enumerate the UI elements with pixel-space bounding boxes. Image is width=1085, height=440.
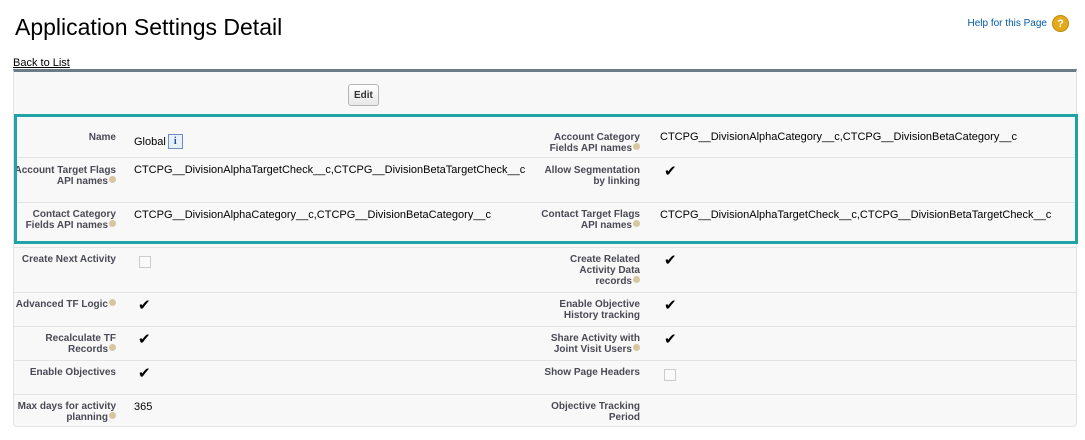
unchecked-box xyxy=(664,369,676,385)
field-label-enable-objective-history: Enable Objective History tracking xyxy=(559,299,640,321)
checked-icon: ✔ xyxy=(664,331,677,348)
field-label-contact-target-flags: Contact Target Flags API names xyxy=(541,209,640,231)
field-label-objective-tracking-period: Objective Tracking Period xyxy=(551,401,640,423)
help-bubble-icon[interactable] xyxy=(109,412,116,419)
page-title: Application Settings Detail xyxy=(15,14,283,40)
help-bubble-icon[interactable] xyxy=(633,220,640,227)
field-value-max-days: 365 xyxy=(134,401,153,413)
field-label-allow-segmentation: Allow Segmentation by linking xyxy=(544,165,640,187)
field-label-contact-category-fields: Contact Category Fields API names xyxy=(25,209,116,231)
checked-icon: ✔ xyxy=(664,252,677,269)
help-link-label[interactable]: Help for this Page xyxy=(968,18,1048,29)
help-bubble-icon[interactable] xyxy=(109,176,116,183)
detail-row-recalculate-tf-records: Recalculate TF Records ✔ Share Activity … xyxy=(14,327,1076,361)
field-label-recalculate-tf-records: Recalculate TF Records xyxy=(45,333,116,355)
edit-button[interactable]: Edit xyxy=(348,84,379,106)
detail-row-name: Name Global i Account Category Fields API… xyxy=(14,124,1076,158)
field-value-contact-target-flags: CTCPG__DivisionAlphaTargetCheck__c,CTCPG… xyxy=(660,209,1052,221)
back-to-list-link[interactable]: Back to List xyxy=(13,57,70,69)
info-icon[interactable]: i xyxy=(167,134,183,149)
checked-icon: ✔ xyxy=(138,331,151,348)
checked-icon: ✔ xyxy=(138,297,151,314)
field-label-create-next-activity: Create Next Activity xyxy=(21,254,116,265)
detail-row-max-days: Max days for activity planning 365 Objec… xyxy=(14,395,1076,429)
field-value-name: Global i xyxy=(134,134,183,149)
field-value-account-target-flags: CTCPG__DivisionAlphaTargetCheck__c,CTCPG… xyxy=(134,164,526,176)
field-label-share-activity: Share Activity with Joint Visit Users xyxy=(550,333,640,355)
help-bubble-icon[interactable] xyxy=(633,344,640,351)
help-bubble-icon[interactable] xyxy=(109,220,116,227)
help-bubble-icon[interactable] xyxy=(109,344,116,351)
help-bubble-icon[interactable] xyxy=(109,299,116,306)
checked-icon: ✔ xyxy=(138,365,151,382)
field-label-show-page-headers: Show Page Headers xyxy=(544,367,640,378)
detail-panel: Edit Name Global i Account Category Field… xyxy=(13,69,1077,427)
help-bubble-icon[interactable] xyxy=(633,143,640,150)
detail-row-contact-category-fields: Contact Category Fields API names CTCPG_… xyxy=(14,203,1076,248)
question-circle-icon[interactable]: ? xyxy=(1052,15,1069,32)
field-label-account-category-fields: Account Category Fields API names xyxy=(549,132,640,154)
field-label-max-days: Max days for activity planning xyxy=(17,401,116,423)
detail-row-advanced-tf-logic: Advanced TF Logic ✔ Enable Objective His… xyxy=(14,293,1076,327)
checked-icon: ✔ xyxy=(664,297,677,314)
unchecked-box xyxy=(139,256,151,272)
field-label-name: Name xyxy=(88,132,116,143)
field-label-create-related-activity: Create Related Activity Data records xyxy=(569,254,640,287)
checked-icon: ✔ xyxy=(664,163,677,180)
detail-row-account-target-flags: Account Target Flags API names CTCPG__Di… xyxy=(14,158,1076,203)
field-label-enable-objectives: Enable Objectives xyxy=(29,367,116,378)
help-link[interactable]: Help for this Page ? xyxy=(968,15,1069,32)
detail-table: Name Global i Account Category Fields API… xyxy=(14,124,1076,429)
field-value-account-category-fields: CTCPG__DivisionAlphaCategory__c,CTCPG__D… xyxy=(660,131,1018,143)
detail-row-create-next-activity: Create Next Activity Create Related Acti… xyxy=(14,248,1076,293)
field-value-contact-category-fields: CTCPG__DivisionAlphaCategory__c,CTCPG__D… xyxy=(134,209,492,221)
detail-row-enable-objectives: Enable Objectives ✔ Show Page Headers xyxy=(14,361,1076,395)
help-bubble-icon[interactable] xyxy=(633,276,640,283)
field-label-advanced-tf-logic: Advanced TF Logic xyxy=(6,299,116,310)
field-label-account-target-flags: Account Target Flags API names xyxy=(14,165,116,187)
